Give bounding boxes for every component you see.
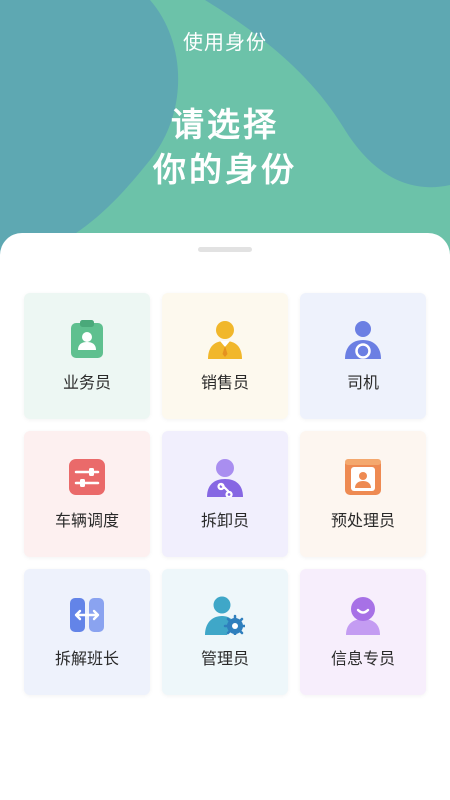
role-card-preprocessor[interactable]: 预处理员 [300,431,426,557]
heading-line-1: 请选择 [171,105,279,144]
role-select-screen: 使用身份 请选择 你的身份 业务员 销售员 司机 车辆调度 拆卸员 预处理员 拆… [0,0,450,800]
role-card-dismantler[interactable]: 拆卸员 [162,431,288,557]
role-sheet: 业务员 销售员 司机 车辆调度 拆卸员 预处理员 拆解班长 管理员 信息专员 [0,233,450,800]
role-label: 预处理员 [330,511,395,530]
role-label: 车辆调度 [54,511,119,530]
role-label: 司机 [346,373,379,392]
sliders-icon [69,459,105,495]
salesperson-icon [208,321,242,359]
role-card-dispatch[interactable]: 车辆调度 [24,431,150,557]
role-card-sales[interactable]: 销售员 [162,293,288,419]
role-label: 拆卸员 [200,511,249,530]
page-title: 使用身份 [183,30,267,54]
role-card-salesman[interactable]: 业务员 [24,293,150,419]
role-card-admin[interactable]: 管理员 [162,569,288,695]
role-label: 信息专员 [330,649,395,668]
clipboard-person-icon [71,320,103,358]
role-card-team-leader[interactable]: 拆解班长 [24,569,150,695]
sheet-drag-handle[interactable] [198,247,252,252]
role-card-driver[interactable]: 司机 [300,293,426,419]
mechanic-icon [207,459,243,497]
admin-gear-icon [205,596,245,635]
role-label: 业务员 [62,373,111,392]
smiley-person-icon [346,597,380,635]
profile-book-icon [345,459,381,495]
split-arrows-icon [70,598,104,632]
heading-line-2: 你的身份 [153,150,297,189]
role-label: 拆解班长 [54,649,119,668]
role-label: 销售员 [200,373,249,392]
role-card-info-officer[interactable]: 信息专员 [300,569,426,695]
page-heading: 请选择 你的身份 [0,102,450,192]
role-label: 管理员 [200,649,249,668]
driver-icon [345,321,381,359]
